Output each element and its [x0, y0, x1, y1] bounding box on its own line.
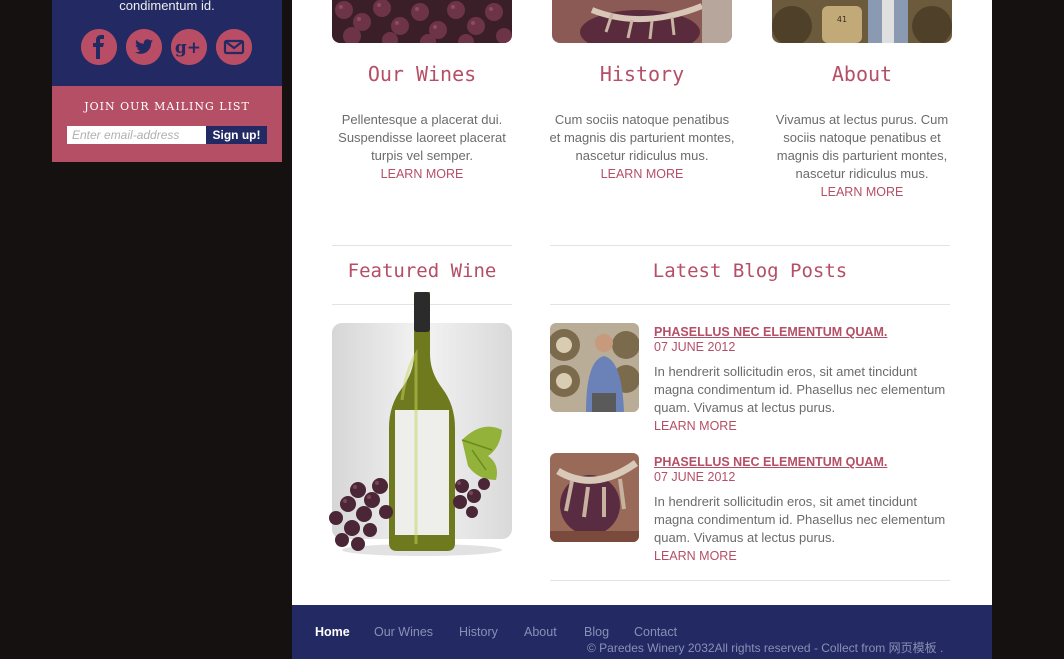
google-plus-icon[interactable]: g+ [171, 29, 207, 65]
latest-blog-title: Latest Blog Posts [652, 260, 848, 282]
blog-post-title[interactable]: PHASELLUS NEC ELEMENTUM QUAM. [654, 325, 887, 339]
divider [550, 304, 950, 305]
main-content: Our Wines Pellentesque a placerat dui. S… [292, 0, 992, 605]
feature-our-wines: Our Wines Pellentesque a placerat dui. S… [332, 0, 512, 181]
feature-description: Cum sociis natoque penatibus et magnis d… [549, 112, 735, 163]
nav-home[interactable]: Home [315, 625, 350, 639]
blog-post-title[interactable]: PHASELLUS NEC ELEMENTUM QUAM. [654, 455, 887, 469]
wine-bottle-image [329, 292, 502, 556]
learn-more-link[interactable]: LEARN MORE [548, 165, 736, 183]
signup-button[interactable]: Sign up! [206, 126, 267, 144]
wine-press-image [552, 0, 732, 43]
copyright-text: © Paredes Winery 2032All rights reserved… [587, 641, 944, 655]
feature-about: 41 About Vivamus at lectus purus. Cum so… [772, 0, 952, 199]
feature-title: About [831, 62, 893, 86]
mail-icon[interactable] [216, 29, 252, 65]
grapes-image [332, 0, 512, 43]
cellar-image: 41 [772, 0, 952, 43]
blog-post-excerpt: In hendrerit sollicitudin eros, sit amet… [654, 363, 950, 435]
blog-post-text: In hendrerit sollicitudin eros, sit amet… [654, 494, 946, 545]
learn-more-link[interactable]: LEARN MORE [654, 417, 950, 435]
nav-history[interactable]: History [459, 625, 498, 639]
sidebar-social-panel: condimentum id. g+ [52, 0, 282, 86]
mailing-list-panel: JOIN OUR MAILING LIST Sign up! [52, 86, 282, 162]
feature-history: History Cum sociis natoque penatibus et … [550, 0, 734, 181]
divider [550, 580, 950, 581]
learn-more-link[interactable]: LEARN MORE [328, 165, 516, 183]
feature-title: History [599, 62, 685, 86]
nav-contact[interactable]: Contact [634, 625, 677, 639]
svg-text:g+: g+ [175, 38, 201, 58]
mailing-list-title: JOIN OUR MAILING LIST [84, 100, 250, 113]
nav-blog[interactable]: Blog [584, 625, 609, 639]
feature-text: Pellentesque a placerat dui. Suspendisse… [328, 111, 516, 183]
twitter-icon[interactable] [126, 29, 162, 65]
feature-text: Vivamus at lectus purus. Cum sociis nato… [768, 111, 956, 201]
footer: Home Our Wines History About Blog Contac… [292, 605, 992, 659]
divider [332, 245, 512, 246]
feature-text: Cum sociis natoque penatibus et magnis d… [548, 111, 736, 183]
feature-description: Pellentesque a placerat dui. Suspendisse… [338, 112, 506, 163]
sidebar-tagline: condimentum id. [119, 0, 215, 13]
blog-post-date: 07 JUNE 2012 [654, 340, 736, 354]
blog-post-excerpt: In hendrerit sollicitudin eros, sit amet… [654, 493, 950, 565]
blog-post-date: 07 JUNE 2012 [654, 470, 736, 484]
winemaker-photo [550, 323, 639, 412]
nav-about[interactable]: About [524, 625, 557, 639]
learn-more-link[interactable]: LEARN MORE [768, 183, 956, 201]
divider [550, 245, 950, 246]
featured-wine-title: Featured Wine [347, 260, 497, 282]
learn-more-link[interactable]: LEARN MORE [654, 547, 950, 565]
nav-our-wines[interactable]: Our Wines [374, 625, 433, 639]
wine-press-photo [550, 453, 639, 542]
svg-text:41: 41 [837, 15, 847, 24]
blog-post-text: In hendrerit sollicitudin eros, sit amet… [654, 364, 946, 415]
feature-description: Vivamus at lectus purus. Cum sociis nato… [775, 112, 949, 181]
facebook-icon[interactable] [81, 29, 117, 65]
feature-title: Our Wines [367, 62, 477, 86]
email-field[interactable] [67, 126, 206, 144]
